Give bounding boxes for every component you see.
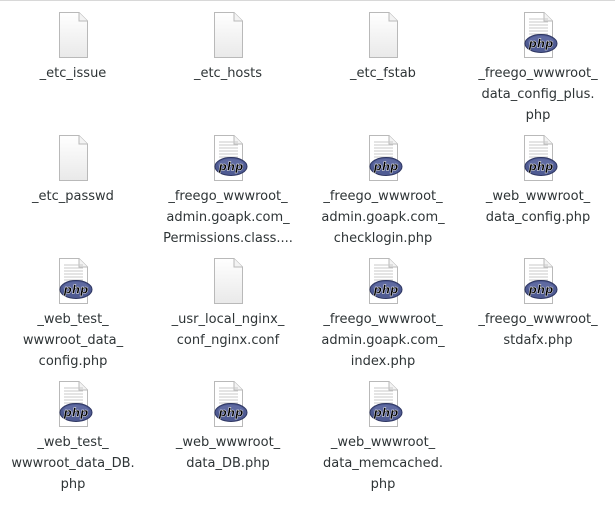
file-name-line: _web_test_ <box>37 435 109 450</box>
php-file-icon[interactable]: php <box>514 134 562 182</box>
text-file-icon[interactable] <box>49 11 97 59</box>
file-name: _usr_local_nginx_ conf_nginx.conf <box>153 309 303 351</box>
text-file-icon[interactable] <box>359 11 407 59</box>
svg-text:php: php <box>373 160 399 174</box>
file-name: _web_wwwroot_ data_config.php <box>463 186 613 228</box>
file-name: _freego_wwwroot_ data_config_plus.php <box>463 63 613 126</box>
file-name-line: checklogin.php <box>333 231 433 246</box>
file-item[interactable]: _etc_issue <box>0 11 148 84</box>
file-item[interactable]: _usr_local_nginx_ conf_nginx.conf <box>153 257 303 351</box>
file-name-line: data_DB.php <box>186 456 270 471</box>
text-file-icon[interactable] <box>204 11 252 59</box>
svg-text:php: php <box>528 37 554 51</box>
file-name-line: _web_wwwroot_ <box>175 435 281 450</box>
file-name-line: _freego_wwwroot_ <box>323 189 443 204</box>
file-name-line: wwwroot_data_ <box>22 333 124 348</box>
file-item[interactable]: php _web_wwwroot_ data_config.php <box>463 134 613 228</box>
php-file-icon[interactable]: php <box>514 11 562 59</box>
file-name-line: _freego_wwwroot_ <box>168 189 288 204</box>
file-name-line: admin.goapk.com_ <box>166 210 290 225</box>
file-name-line: _etc_hosts <box>193 66 263 81</box>
file-name-line: _web_wwwroot_ <box>485 189 591 204</box>
svg-text:php: php <box>528 160 554 174</box>
file-item[interactable]: php _web_wwwroot_ data_DB.php <box>153 380 303 474</box>
file-name-line: php <box>525 108 551 123</box>
file-name: _web_wwwroot_ data_DB.php <box>153 432 303 474</box>
file-name-line: _web_wwwroot_ <box>330 435 436 450</box>
file-name-line: _usr_local_nginx_ <box>171 312 285 327</box>
file-name: _web_test_ wwwroot_data_DB.php <box>0 432 148 495</box>
file-item[interactable]: php _freego_wwwroot_ admin.goapk.com_chec… <box>308 134 458 249</box>
php-file-icon[interactable]: php <box>359 134 407 182</box>
file-name-line: Permissions.class.... <box>163 231 293 246</box>
svg-text:php: php <box>218 406 244 420</box>
file-item[interactable]: php _freego_wwwroot_ data_config_plus. php <box>463 11 613 126</box>
file-name-line: wwwroot_data_DB. <box>11 456 135 471</box>
file-name-line: _etc_issue <box>39 66 107 81</box>
file-name-line: _freego_wwwroot_ <box>323 312 443 327</box>
file-name-line: _freego_wwwroot_ <box>478 66 598 81</box>
file-icon-grid: _etc_issue _etc_hosts _etc_fstab php _fr… <box>0 0 615 521</box>
file-item[interactable]: _etc_passwd <box>0 134 148 207</box>
file-name-line: index.php <box>350 354 416 369</box>
svg-text:php: php <box>373 406 399 420</box>
file-name: _web_wwwroot_ data_memcached.php <box>308 432 458 495</box>
file-item[interactable]: php _freego_wwwroot_ admin.goapk.com_ Perm… <box>153 134 303 249</box>
svg-text:php: php <box>63 406 89 420</box>
text-file-icon[interactable] <box>204 257 252 305</box>
file-name: _etc_issue <box>0 63 148 84</box>
file-item[interactable]: php _freego_wwwroot_ admin.goapk.com_inde… <box>308 257 458 372</box>
php-file-icon[interactable]: php <box>514 257 562 305</box>
file-item[interactable]: _etc_fstab <box>308 11 458 84</box>
file-name-line: _web_test_ <box>37 312 109 327</box>
svg-text:php: php <box>218 160 244 174</box>
file-name: _freego_wwwroot_ admin.goapk.com_ checklog… <box>308 186 458 249</box>
php-file-icon[interactable]: php <box>204 380 252 428</box>
file-item[interactable]: php _web_test_ wwwroot_data_ config.php <box>0 257 148 372</box>
file-item[interactable]: php _web_wwwroot_ data_memcached. php <box>308 380 458 495</box>
file-name-line: stdafx.php <box>503 333 573 348</box>
file-name-line: admin.goapk.com_ <box>321 333 445 348</box>
file-name-line: conf_nginx.conf <box>176 333 280 348</box>
php-file-icon[interactable]: php <box>49 257 97 305</box>
file-name-line: admin.goapk.com_ <box>321 210 445 225</box>
file-name-line: _freego_wwwroot_ <box>478 312 598 327</box>
php-file-icon[interactable]: php <box>359 257 407 305</box>
php-file-icon[interactable]: php <box>359 380 407 428</box>
svg-text:php: php <box>528 283 554 297</box>
file-name: _web_test_ wwwroot_data_ config.php <box>0 309 148 372</box>
file-item[interactable]: php _web_test_ wwwroot_data_DB. php <box>0 380 148 495</box>
file-item[interactable]: _etc_hosts <box>153 11 303 84</box>
file-name-line: data_config_plus. <box>481 87 595 102</box>
file-name-line: data_memcached. <box>323 456 443 471</box>
file-name: _etc_passwd <box>0 186 148 207</box>
file-name: _etc_fstab <box>308 63 458 84</box>
file-name-line: _etc_fstab <box>350 66 416 81</box>
file-name: _freego_wwwroot_ admin.goapk.com_ index.ph… <box>308 309 458 372</box>
php-file-icon[interactable]: php <box>49 380 97 428</box>
file-name: _freego_wwwroot_ stdafx.php <box>463 309 613 351</box>
file-name-line: data_config.php <box>485 210 591 225</box>
file-name: _freego_wwwroot_ admin.goapk.com_ Permissi… <box>153 186 303 249</box>
file-name: _etc_hosts <box>153 63 303 84</box>
svg-text:php: php <box>63 283 89 297</box>
file-name-line: php <box>370 477 396 492</box>
file-name-line: config.php <box>38 354 108 369</box>
php-file-icon[interactable]: php <box>204 134 252 182</box>
svg-text:php: php <box>373 283 399 297</box>
file-name-line: php <box>60 477 86 492</box>
file-name-line: _etc_passwd <box>32 189 114 204</box>
file-item[interactable]: php _freego_wwwroot_ stdafx.php <box>463 257 613 351</box>
text-file-icon[interactable] <box>49 134 97 182</box>
